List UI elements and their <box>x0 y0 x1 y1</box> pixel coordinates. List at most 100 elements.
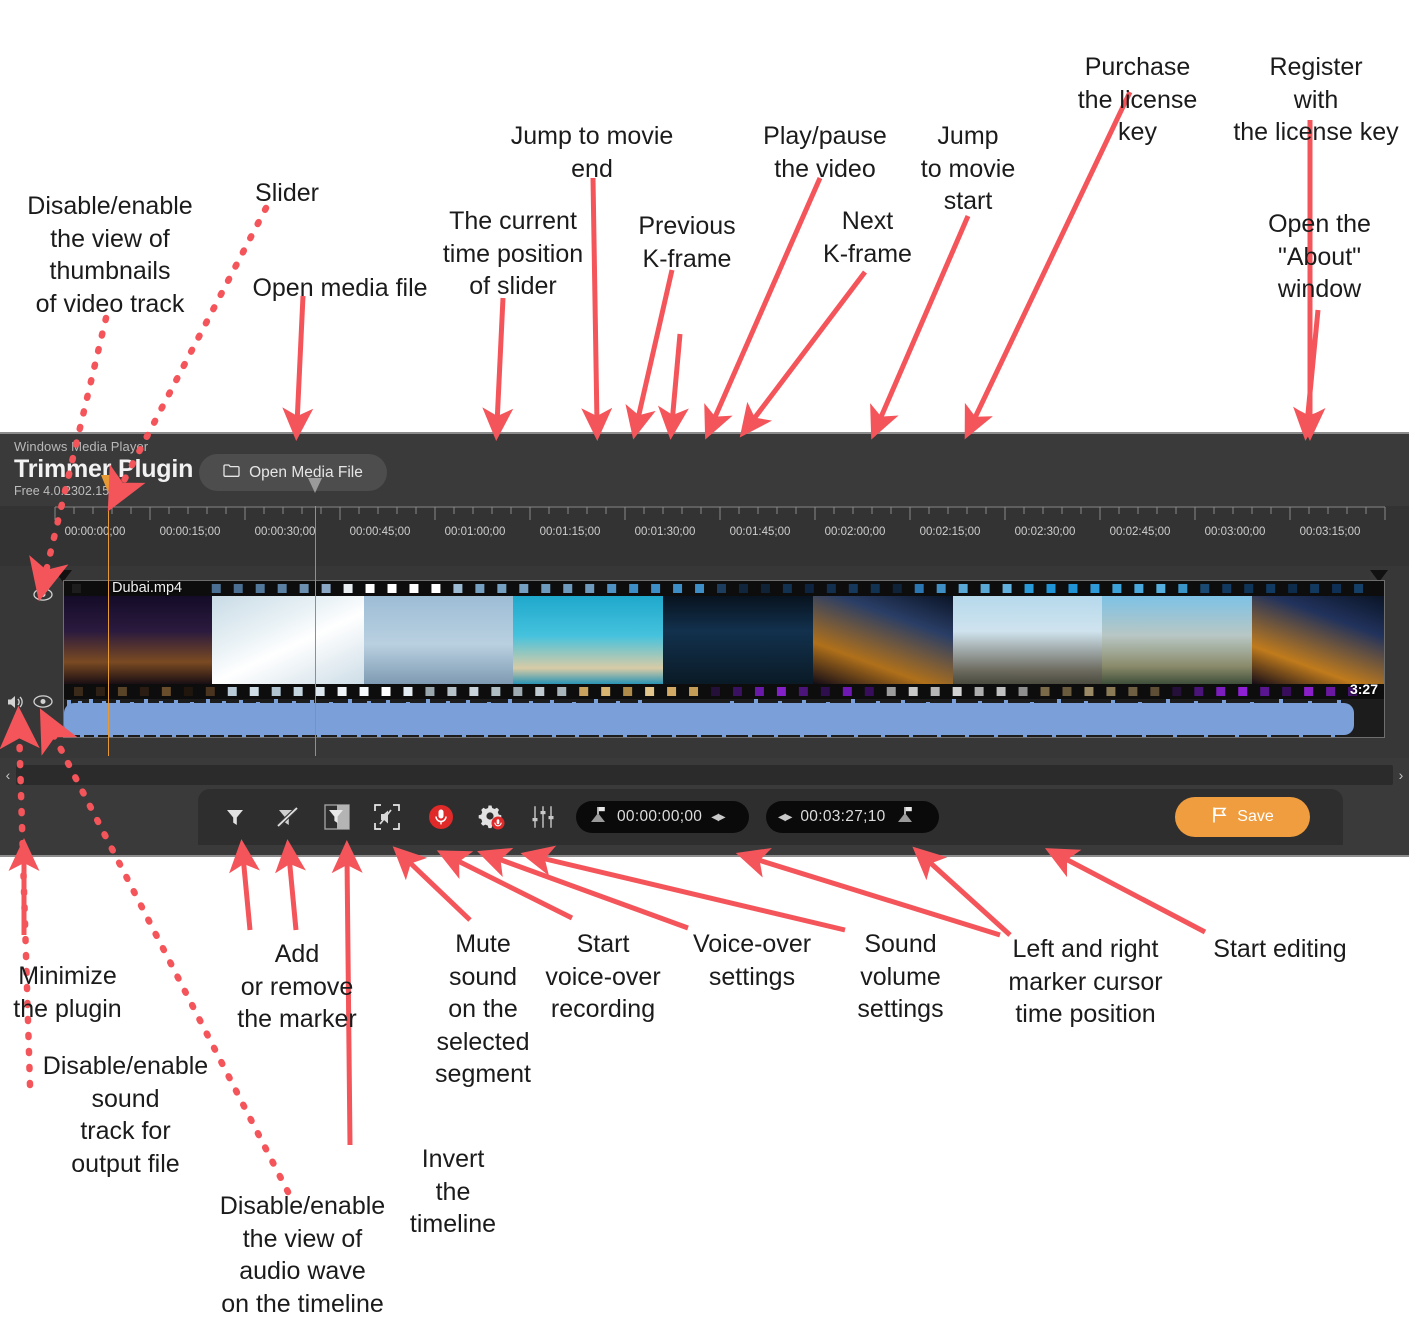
thumbnail <box>1102 596 1253 684</box>
annotation-label: Previous K-frame <box>638 212 736 273</box>
folder-icon <box>223 463 240 483</box>
flag-icon <box>1211 806 1229 829</box>
slider-playhead-handle[interactable] <box>101 475 115 492</box>
ruler-label: 00:03:15;00 <box>1299 526 1361 538</box>
add-marker-button[interactable] <box>220 802 250 832</box>
open-media-file-button[interactable]: Open Media File <box>199 454 387 491</box>
timeline-horizontal-scrollbar[interactable]: ‹ › <box>0 763 1409 787</box>
thumbnail <box>812 596 953 684</box>
mark-in-time-field[interactable]: 00:00:00;00 ◀▶ <box>576 801 749 833</box>
mark-out-time-field[interactable]: ◀▶ 00:03:27;10 <box>766 801 939 833</box>
tools-panel: 00:00:00;00 ◀▶ ◀▶ 00:03:27;10 Save <box>198 789 1343 845</box>
voiceover-settings-icon <box>478 805 505 830</box>
screenshot-root: Windows Media Player Trimmer Plugin Free… <box>0 0 1409 1333</box>
mark-out-stepper-icon[interactable]: ◀▶ <box>778 812 792 823</box>
timeline-ruler[interactable]: 00:00:00;00 00:00:15;00 00:00:30;00 00:0… <box>0 506 1409 566</box>
secondary-cursor-handle[interactable] <box>308 478 322 493</box>
annotation-label: Register with the license key <box>1233 53 1399 146</box>
thumbnail <box>64 596 212 684</box>
thumbnail <box>211 596 364 684</box>
volume-settings-button[interactable] <box>528 802 558 832</box>
mark-out-value: 00:03:27;10 <box>800 808 886 825</box>
thumbnail <box>663 596 813 684</box>
speaker-icon <box>8 696 23 708</box>
ruler-ticks <box>54 506 1386 520</box>
bottom-toolbar: 00:00:00;00 ◀▶ ◀▶ 00:03:27;10 Save <box>0 787 1409 855</box>
annotation-label: Mute sound on the selected segment <box>435 930 531 1088</box>
annotation-label: Add or remove the marker <box>237 940 357 1033</box>
ruler-label: 00:02:00;00 <box>824 526 886 538</box>
annotation-label: Voice-over settings <box>692 930 812 991</box>
audio-waveform[interactable] <box>64 699 1384 737</box>
thumbnail-strip <box>64 596 1384 684</box>
eye-icon <box>33 588 53 601</box>
video-clip[interactable]: Dubai.mp4 3:27 <box>63 580 1385 738</box>
start-voiceover-button[interactable] <box>426 802 456 832</box>
annotation-label: Start voice-over recording <box>545 930 661 1023</box>
audio-output-toggle[interactable] <box>6 694 26 715</box>
annotation-label: Invert the timeline <box>409 1145 497 1238</box>
ruler-label: 00:00:45;00 <box>349 526 411 538</box>
annotation-label: Left and right marker cursor time positi… <box>1008 935 1163 1028</box>
ruler-label: 00:02:45;00 <box>1109 526 1171 538</box>
thumbnail <box>363 596 514 684</box>
annotation-label: Slider <box>255 179 319 207</box>
ruler-label: 00:00:00;00 <box>64 526 126 538</box>
annotation-label: Disable/enable the view of thumbnails of… <box>27 192 193 318</box>
audio-visibility-toggle[interactable] <box>33 695 53 713</box>
mark-out-icon <box>895 805 915 830</box>
annotation-label: Open the "About" window <box>1268 210 1371 303</box>
open-media-file-label: Open Media File <box>249 463 363 481</box>
secondary-cursor[interactable] <box>308 478 322 756</box>
ruler-label: 00:00:30;00 <box>254 526 316 538</box>
clip-filename: Dubai.mp4 <box>112 580 183 596</box>
filmstrip-bottom <box>64 684 1384 699</box>
timeline-tracks: Dubai.mp4 3:27 <box>0 566 1409 758</box>
remove-marker-icon <box>276 806 299 828</box>
annotation-label: Disable/enable the view of audio wave on… <box>219 1192 386 1318</box>
invert-timeline-icon <box>324 804 350 830</box>
eye-icon <box>33 695 53 708</box>
host-app-name: Windows Media Player <box>14 439 149 454</box>
mute-segment-button[interactable] <box>372 802 402 832</box>
filmstrip-top <box>64 581 1384 596</box>
save-label: Save <box>1237 808 1274 825</box>
annotation-label: Minimize the plugin <box>13 962 122 1023</box>
video-visibility-toggle[interactable] <box>33 588 53 606</box>
annotation-label: Sound volume settings <box>857 930 944 1023</box>
thumbnail <box>1252 596 1384 684</box>
thumbnail <box>952 596 1103 684</box>
scroll-left-icon[interactable]: ‹ <box>0 767 16 783</box>
mark-in-stepper-icon[interactable]: ◀▶ <box>711 812 725 823</box>
ruler-label: 00:01:30;00 <box>634 526 696 538</box>
ruler-label: 00:03:00;00 <box>1204 526 1266 538</box>
ruler-label: 00:02:15;00 <box>919 526 981 538</box>
annotation-label: Start editing <box>1213 935 1347 963</box>
volume-settings-icon <box>532 806 554 828</box>
record-voiceover-icon <box>429 805 453 829</box>
annotation-label: Purchase the license key <box>1077 53 1198 146</box>
annotation-label: Jump to movie start <box>920 122 1016 215</box>
annotation-label: Play/pause the video <box>763 122 887 183</box>
voiceover-settings-button[interactable] <box>476 802 506 832</box>
ruler-label: 00:02:30;00 <box>1014 526 1076 538</box>
scroll-right-icon[interactable]: › <box>1393 767 1409 783</box>
scrollbar-thumb[interactable] <box>16 765 1393 785</box>
annotation-label: Open media file <box>252 274 428 302</box>
invert-timeline-button[interactable] <box>322 802 352 832</box>
ruler-label: 00:01:45;00 <box>729 526 791 538</box>
ruler-label: 00:00:15;00 <box>159 526 221 538</box>
annotation-label: Jump to movie end <box>510 122 674 183</box>
ruler-label: 00:01:15;00 <box>539 526 601 538</box>
ruler-label: 00:01:00;00 <box>444 526 506 538</box>
thumbnail <box>513 596 664 684</box>
save-button[interactable]: Save <box>1175 797 1310 837</box>
annotation-label: The current time position of slider <box>442 207 584 300</box>
remove-marker-button[interactable] <box>273 802 303 832</box>
annotation-label: Next K-frame <box>823 207 912 268</box>
annotation-label: Disable/enable sound track for output fi… <box>42 1052 209 1178</box>
slider-playhead[interactable] <box>101 475 115 756</box>
clip-duration-badge: 3:27 <box>1349 681 1378 697</box>
trimmer-plugin-window: Windows Media Player Trimmer Plugin Free… <box>0 432 1409 857</box>
add-marker-icon <box>227 810 243 825</box>
